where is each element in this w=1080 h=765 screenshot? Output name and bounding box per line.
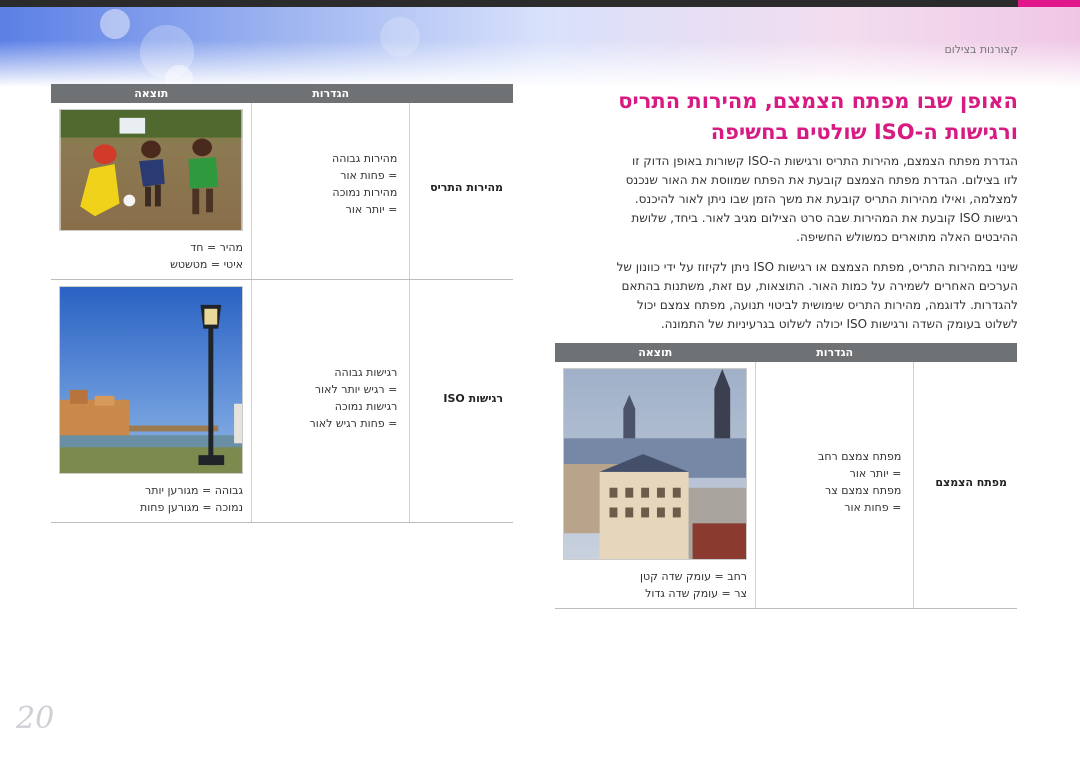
description-line: מהירות נמוכה — [332, 186, 398, 199]
result-line: נמוכה = מגורען פחות — [140, 501, 244, 514]
setting-name-text: מפתח הצמצם — [935, 476, 1007, 489]
result-line: איטי = מטשטש — [170, 258, 244, 271]
result-cell: מהיר = חד איטי = מטשטש — [51, 103, 252, 280]
top-bar — [0, 0, 1080, 7]
setting-description: מפתח צמצם רחב = יותר אור מפתח צמצם צר = … — [755, 362, 914, 609]
setting-description: מהירות גבוהה = פחות אור מהירות נמוכה = י… — [251, 103, 410, 280]
table-row-iso: רגישות ISO רגישות גבוהה = רגיש יותר לאור… — [51, 279, 513, 523]
prague-city-photo — [563, 368, 748, 560]
setting-name-text: רגישות ISO — [443, 392, 503, 405]
setting-name-text: מהירות התריס — [430, 181, 503, 194]
page-title: האופן שבו מפתח הצמצם, מהירות התריס ורגיש… — [548, 86, 1018, 148]
florence-lamppost-photo — [59, 286, 244, 474]
page-title-line-1: האופן שבו מפתח הצמצם, מהירות התריס — [618, 89, 1018, 113]
banner-bubble — [100, 9, 130, 39]
paragraph-line: לשלוט בעומק השדה ורגישות ISO יכולה לשלוט… — [660, 317, 1018, 331]
header-result: תוצאה — [51, 84, 252, 103]
description-line: = רגיש יותר לאור — [314, 383, 398, 396]
description-line: רגישות נמוכה — [334, 400, 398, 413]
result-line: צר = עומק שדה גדול — [645, 587, 748, 600]
header-result: תוצאה — [555, 343, 756, 362]
result-cell: גבוהה = מגורען יותר נמוכה = מגורען פחות — [51, 279, 252, 523]
paragraph-line: שינוי במהירות התריס, מפתח הצמצם או רגישו… — [616, 260, 1018, 274]
description-line: = יותר אור — [849, 467, 902, 480]
description-line: מפתח צמצם רחב — [817, 450, 902, 463]
result-line: רחב = עומק שדה קטן — [639, 570, 748, 583]
description-line: מפתח צמצם צר — [825, 484, 902, 497]
result-line: מהיר = חד — [190, 241, 244, 254]
result-line: גבוהה = מגורען יותר — [145, 484, 244, 497]
page-title-line-2: ורגישות ה-ISO שולטים בחשיפה — [710, 120, 1018, 144]
second-paragraph: שינוי במהירות התריס, מפתח הצמצם או רגישו… — [548, 258, 1018, 334]
paragraph-line: ההיבטים האלה מתוארים כמשולש החשיפה. — [796, 230, 1018, 244]
paragraph-line: הערכים האחרים לשמירה על כמות האור. התוצא… — [621, 279, 1018, 293]
result-cell: רחב = עומק שדה קטן צר = עומק שדה גדול — [555, 362, 756, 609]
description-line: = פחות אור — [340, 169, 398, 182]
description-line: רגישות גבוהה — [334, 366, 398, 379]
setting-name: מפתח הצמצם — [913, 362, 1017, 609]
table-row-shutter-speed: מהירות התריס מהירות גבוהה = פחות אור מהי… — [51, 103, 513, 280]
description-line: מהירות גבוהה — [332, 152, 398, 165]
banner-fade — [0, 40, 1080, 87]
soccer-kids-photo — [59, 109, 244, 231]
header-settings: הגדרות — [251, 84, 410, 103]
description-line: = פחות אור — [844, 501, 902, 514]
description-line: = יותר אור — [345, 203, 398, 216]
paragraph-line: הגדרת מפתח הצמצם, מהירות התריס ורגישות ה… — [631, 154, 1018, 168]
table-row-aperture: מפתח הצמצם מפתח צמצם רחב = יותר אור מפתח… — [555, 362, 1017, 609]
settings-table-aperture: הגדרות תוצאה מפתח הצמצם מפתח צמצם רחב = … — [555, 343, 1017, 609]
paragraph-line: רגישות ISO קובעת את המהירות שבה סרט הציל… — [631, 211, 1018, 225]
intro-paragraph: הגדרת מפתח הצמצם, מהירות התריס ורגישות ה… — [548, 152, 1018, 247]
breadcrumb[interactable]: קצורנות בצילום — [944, 43, 1018, 56]
paragraph-line: להגדרות. לדוגמה, מהירות התריס שימושית לב… — [636, 298, 1018, 312]
header-blank — [409, 84, 513, 103]
paragraph-line: למצלמה, ואילו מהירות התריס קובעת את משך … — [634, 192, 1018, 206]
setting-name: מהירות התריס — [409, 103, 513, 280]
header-blank — [913, 343, 1017, 362]
setting-description: רגישות גבוהה = רגיש יותר לאור רגישות נמו… — [251, 279, 410, 523]
page-number: 20 — [16, 701, 55, 736]
description-line: = פחות רגיש לאור — [309, 417, 398, 430]
settings-table-shutter-iso: הגדרות תוצאה מהירות התריס מהירות גבוהה =… — [51, 84, 513, 523]
paragraph-line: לזו בצילום. הגדרת מפתח הצמצם קובעת את הפ… — [625, 173, 1018, 187]
header-settings: הגדרות — [755, 343, 914, 362]
top-accent-bar — [1018, 0, 1080, 7]
setting-name: רגישות ISO — [409, 279, 513, 523]
